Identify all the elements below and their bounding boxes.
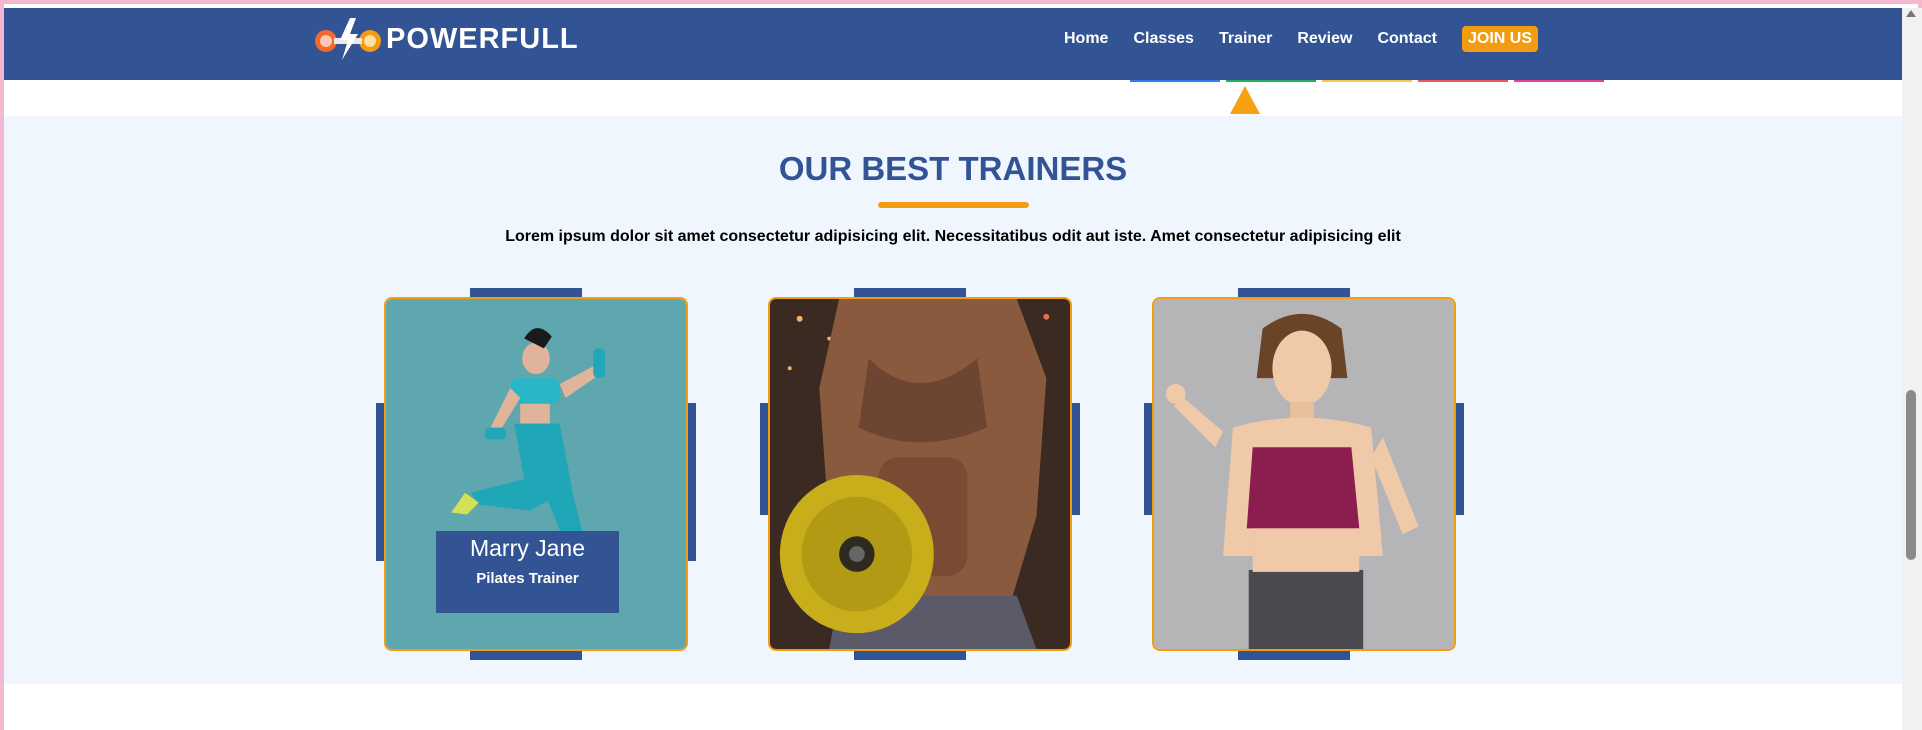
trainer-card[interactable] bbox=[760, 288, 1080, 660]
section-title: OUR BEST TRAINERS bbox=[778, 150, 1128, 187]
card-accent-right bbox=[1456, 403, 1464, 515]
scroll-up-icon[interactable] bbox=[1906, 10, 1916, 17]
trainer-card[interactable] bbox=[1144, 288, 1464, 660]
join-us-button[interactable]: JOIN US bbox=[1462, 26, 1539, 52]
nav-underline-classes bbox=[1226, 80, 1316, 82]
active-nav-pointer-icon bbox=[1230, 86, 1260, 114]
trainer-role: Pilates Trainer bbox=[476, 570, 579, 587]
card-accent-left bbox=[1144, 403, 1152, 515]
dumbbell-logo-icon bbox=[315, 18, 381, 60]
card-accent-bottom bbox=[1238, 651, 1350, 660]
scrollbar-thumb[interactable] bbox=[1906, 390, 1916, 560]
nav-classes[interactable]: Classes bbox=[1133, 30, 1194, 48]
scrollbar[interactable] bbox=[1902, 8, 1922, 730]
trainer-card[interactable]: Marry Jane Pilates Trainer bbox=[376, 288, 696, 660]
nav-underline-contact bbox=[1514, 80, 1604, 82]
nav-trainer[interactable]: Trainer bbox=[1219, 30, 1272, 48]
section-subtitle: Lorem ipsum dolor sit amet consectetur a… bbox=[505, 228, 1401, 245]
card-accent-top bbox=[1238, 288, 1350, 297]
card-accent-right bbox=[688, 403, 696, 561]
nav-review[interactable]: Review bbox=[1297, 30, 1352, 48]
card-accent-left bbox=[376, 403, 384, 561]
trainer-name: Marry Jane bbox=[469, 535, 586, 561]
smiling-trainer-image-icon bbox=[1154, 299, 1454, 649]
trainer-photo bbox=[1152, 297, 1456, 651]
logo[interactable]: POWERFULL bbox=[312, 16, 579, 62]
nav-underline-review bbox=[1418, 80, 1508, 82]
card-accent-top bbox=[854, 288, 966, 297]
muscular-trainer-image-icon bbox=[770, 299, 1070, 649]
card-accent-right bbox=[1072, 403, 1080, 515]
card-accent-left bbox=[760, 403, 768, 515]
title-underline bbox=[878, 202, 1029, 208]
nav-underline-trainer bbox=[1322, 80, 1412, 82]
navbar: POWERFULL Home Classes Trainer Review Co… bbox=[4, 8, 1902, 80]
brand-name: POWERFULL bbox=[386, 22, 579, 55]
nav-home[interactable]: Home bbox=[1064, 30, 1108, 48]
card-accent-top bbox=[470, 288, 582, 297]
nav-contact[interactable]: Contact bbox=[1377, 30, 1437, 48]
trainer-photo bbox=[768, 297, 1072, 651]
trainer-info-box: Marry Jane Pilates Trainer bbox=[436, 531, 619, 613]
main-nav: Home Classes Trainer Review Contact JOIN… bbox=[1064, 22, 1539, 56]
card-accent-bottom bbox=[470, 651, 582, 660]
card-accent-bottom bbox=[854, 651, 966, 660]
nav-underlines bbox=[1130, 80, 1610, 82]
nav-underline-home bbox=[1130, 80, 1220, 82]
